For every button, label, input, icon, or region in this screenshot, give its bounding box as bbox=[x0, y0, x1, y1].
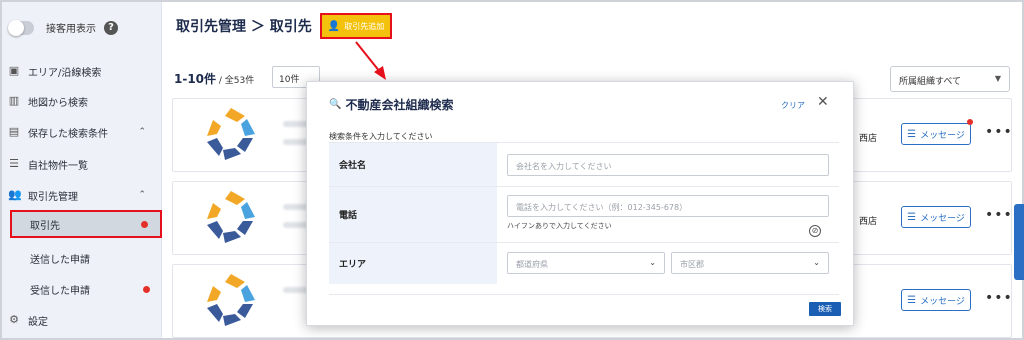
chevron-up-icon[interactable]: ⌃ bbox=[138, 127, 146, 137]
add-partner-label: 取引先追加 bbox=[344, 21, 385, 31]
phone-note: ハイフンありで入力してください bbox=[507, 222, 612, 230]
sidebar-item-label: 地図から検索 bbox=[28, 97, 88, 109]
clear-input-icon[interactable]: ⊘ bbox=[809, 225, 821, 237]
list-icon: ☰ bbox=[9, 157, 19, 170]
sidebar-item-own-listings[interactable]: ☰ 自社物件一覧 bbox=[8, 153, 158, 175]
search-button-label: 検索 bbox=[818, 305, 832, 313]
people-icon: 👥 bbox=[8, 188, 22, 201]
message-icon: ☰ bbox=[907, 128, 917, 140]
organization-filter-select[interactable]: 所属組織すべて ▼ bbox=[890, 66, 1010, 92]
notification-dot bbox=[141, 220, 148, 228]
sidebar-item-label: 取引先管理 bbox=[28, 191, 78, 203]
page-title: 取引先管理 ＞ 取引先 bbox=[176, 19, 312, 35]
phone-row: 電話 電話を入力してください（例：012-345-678） ハイフンありで入力し… bbox=[329, 186, 839, 242]
chevron-up-icon[interactable]: ⌃ bbox=[138, 190, 146, 200]
guest-display-toggle-row: 接客用表示 ? bbox=[8, 19, 118, 36]
per-page-value: 10件 bbox=[279, 75, 300, 85]
search-icon: 🔍 bbox=[329, 99, 342, 110]
more-options-icon[interactable]: ••• bbox=[985, 208, 1013, 222]
sidebar-item-label: 送信した申請 bbox=[30, 254, 90, 266]
chevron-down-icon: ⌄ bbox=[649, 258, 656, 267]
company-logo bbox=[207, 108, 255, 160]
clear-link[interactable]: クリア bbox=[781, 100, 805, 111]
company-name-input[interactable]: 会社名を入力してください bbox=[507, 154, 829, 176]
map-icon: ▥ bbox=[8, 94, 20, 107]
phone-label: 電話 bbox=[329, 187, 497, 242]
sidebar-item-partners[interactable]: 取引先 bbox=[10, 210, 162, 238]
sidebar-item-settings[interactable]: ⚙ 設定 bbox=[8, 309, 158, 331]
sidebar-item-label: 取引先 bbox=[30, 220, 60, 232]
message-icon: ☰ bbox=[907, 211, 917, 223]
saved-search-icon: ▤ bbox=[8, 125, 20, 138]
sidebar-item-saved-search[interactable]: ▤ 保存した検索条件 ⌃ bbox=[8, 121, 158, 143]
gear-icon: ⚙ bbox=[9, 313, 19, 326]
guest-display-toggle[interactable] bbox=[8, 19, 34, 36]
message-button[interactable]: ☰ メッセージ bbox=[901, 206, 971, 228]
phone-input[interactable]: 電話を入力してください（例：012-345-678） bbox=[507, 195, 829, 217]
company-search-modal: 🔍 不動産会社組織検索 クリア ✕ 検索条件を入力してください 会社名 会社名を… bbox=[306, 81, 854, 326]
company-logo bbox=[207, 191, 255, 243]
side-panel-tab[interactable] bbox=[1014, 204, 1024, 280]
company-name-placeholder: 会社名を入力してください bbox=[516, 162, 612, 171]
more-options-icon[interactable]: ••• bbox=[985, 125, 1013, 139]
search-button[interactable]: 検索 bbox=[809, 302, 841, 316]
train-icon: ▣ bbox=[8, 64, 20, 77]
close-icon[interactable]: ✕ bbox=[817, 94, 829, 110]
chevron-down-icon: ▼ bbox=[994, 74, 1001, 83]
add-partner-button[interactable]: 👤 取引先追加 bbox=[320, 13, 392, 39]
message-label: メッセージ bbox=[920, 296, 965, 307]
message-icon: ☰ bbox=[907, 294, 917, 306]
sidebar: 接客用表示 ? ▣ エリア/沿線検索 ▥ 地図から検索 ▤ 保存した検索条件 ⌃… bbox=[2, 2, 162, 338]
search-hint: 検索条件を入力してください bbox=[329, 132, 433, 141]
modal-title-text: 不動産会社組織検索 bbox=[345, 98, 454, 112]
area-row: エリア 都道府県 ⌄ 市区郡 ⌄ bbox=[329, 242, 839, 284]
prefecture-placeholder: 都道府県 bbox=[516, 260, 548, 269]
message-label: メッセージ bbox=[920, 130, 965, 141]
area-label: エリア bbox=[329, 243, 497, 284]
message-button[interactable]: ☰ メッセージ bbox=[901, 123, 971, 145]
message-label: メッセージ bbox=[920, 213, 965, 224]
result-total: / 全53件 bbox=[216, 76, 255, 86]
add-person-icon: 👤 bbox=[327, 20, 341, 32]
sidebar-item-sent-requests[interactable]: 送信した申請 bbox=[12, 244, 162, 272]
company-logo bbox=[207, 274, 255, 326]
guest-display-label: 接客用表示 bbox=[46, 24, 96, 35]
chevron-down-icon: ⌄ bbox=[813, 258, 820, 267]
sidebar-item-area-search[interactable]: ▣ エリア/沿線検索 bbox=[8, 60, 158, 82]
sidebar-item-received-requests[interactable]: 受信した申請 bbox=[12, 275, 162, 303]
more-options-icon[interactable]: ••• bbox=[985, 291, 1013, 305]
city-select[interactable]: 市区郡 ⌄ bbox=[671, 252, 829, 274]
sidebar-item-map-search[interactable]: ▥ 地図から検索 bbox=[8, 90, 158, 112]
help-icon[interactable]: ? bbox=[104, 20, 118, 35]
result-count: 1-10件 / 全53件 bbox=[174, 70, 254, 87]
sidebar-item-label: 受信した申請 bbox=[30, 285, 90, 297]
company-name-row: 会社名 会社名を入力してください bbox=[329, 142, 839, 186]
notification-dot bbox=[967, 119, 973, 125]
message-button[interactable]: ☰ メッセージ bbox=[901, 289, 971, 311]
divider bbox=[329, 294, 839, 295]
branch-label: 西店 bbox=[859, 217, 878, 227]
result-range: 1-10件 bbox=[174, 72, 217, 86]
sidebar-item-partner-management[interactable]: 👥 取引先管理 ⌃ bbox=[8, 184, 158, 206]
branch-label: 西店 bbox=[859, 134, 878, 144]
organization-filter-value: 所属組織すべて bbox=[899, 77, 962, 87]
prefecture-select[interactable]: 都道府県 ⌄ bbox=[507, 252, 665, 274]
sidebar-item-label: 自社物件一覧 bbox=[28, 160, 88, 172]
city-placeholder: 市区郡 bbox=[680, 260, 704, 269]
sidebar-item-label: 保存した検索条件 bbox=[28, 128, 108, 140]
notification-dot bbox=[143, 285, 150, 293]
company-name-label: 会社名 bbox=[329, 143, 497, 186]
sidebar-item-label: エリア/沿線検索 bbox=[28, 67, 102, 79]
sidebar-item-label: 設定 bbox=[28, 316, 48, 328]
phone-placeholder: 電話を入力してください（例：012-345-678） bbox=[516, 203, 688, 212]
modal-title: 🔍 不動産会社組織検索 bbox=[329, 96, 453, 113]
